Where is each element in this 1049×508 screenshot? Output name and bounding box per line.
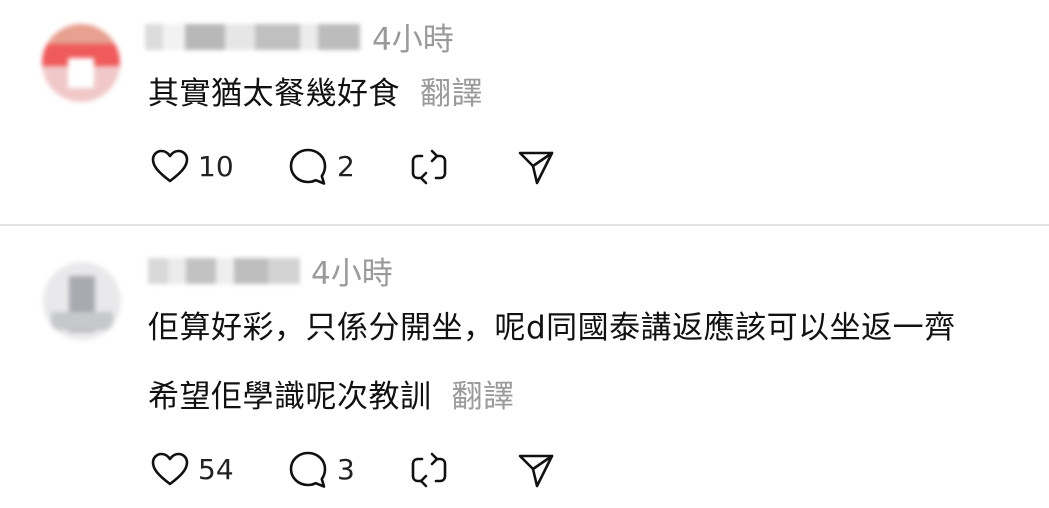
comment-text: 其實猶太餐幾好食 翻譯 — [148, 72, 483, 116]
repost-icon — [408, 146, 450, 188]
share-button[interactable] — [515, 446, 557, 494]
translate-link[interactable]: 翻譯 — [452, 379, 515, 415]
speech-bubble-icon — [287, 146, 329, 188]
repost-button[interactable] — [408, 446, 450, 494]
username[interactable] — [148, 258, 300, 284]
send-icon — [515, 146, 557, 188]
avatar[interactable] — [42, 24, 120, 102]
repost-icon — [408, 449, 450, 491]
heart-icon — [150, 450, 190, 490]
action-bar: 10 2 — [150, 143, 570, 191]
repost-button[interactable] — [408, 143, 450, 191]
comment-item: 4小時 其實猶太餐幾好食 翻譯 10 2 — [0, 0, 1049, 224]
avatar[interactable] — [43, 262, 121, 340]
comment-text: 希望佢學識呢次教訓 翻譯 — [148, 375, 515, 419]
comment-item: 4小時 佢算好彩，只係分開坐，呢d同國泰講返應該可以坐返一齊 希望佢學識呢次教訓… — [0, 226, 1049, 508]
comment-body: 希望佢學識呢次教訓 — [148, 379, 432, 415]
timestamp: 4小時 — [372, 22, 454, 58]
translate-link[interactable]: 翻譯 — [420, 76, 483, 112]
reply-button[interactable]: 3 — [287, 446, 355, 494]
comment-text: 佢算好彩，只係分開坐，呢d同國泰講返應該可以坐返一齊 — [148, 306, 956, 350]
reply-button[interactable]: 2 — [287, 143, 355, 191]
share-button[interactable] — [515, 143, 557, 191]
reply-count: 2 — [337, 150, 355, 183]
comment-body: 其實猶太餐幾好食 — [148, 76, 400, 112]
timestamp: 4小時 — [311, 256, 393, 292]
comment-body: 佢算好彩，只係分開坐，呢d同國泰講返應該可以坐返一齊 — [148, 310, 956, 346]
username[interactable] — [145, 24, 360, 50]
like-button[interactable]: 10 — [150, 143, 234, 191]
like-count: 10 — [198, 150, 234, 183]
like-count: 54 — [198, 453, 234, 486]
reply-count: 3 — [337, 453, 355, 486]
action-bar: 54 3 — [150, 446, 570, 494]
heart-icon — [150, 147, 190, 187]
send-icon — [515, 449, 557, 491]
like-button[interactable]: 54 — [150, 446, 234, 494]
speech-bubble-icon — [287, 449, 329, 491]
